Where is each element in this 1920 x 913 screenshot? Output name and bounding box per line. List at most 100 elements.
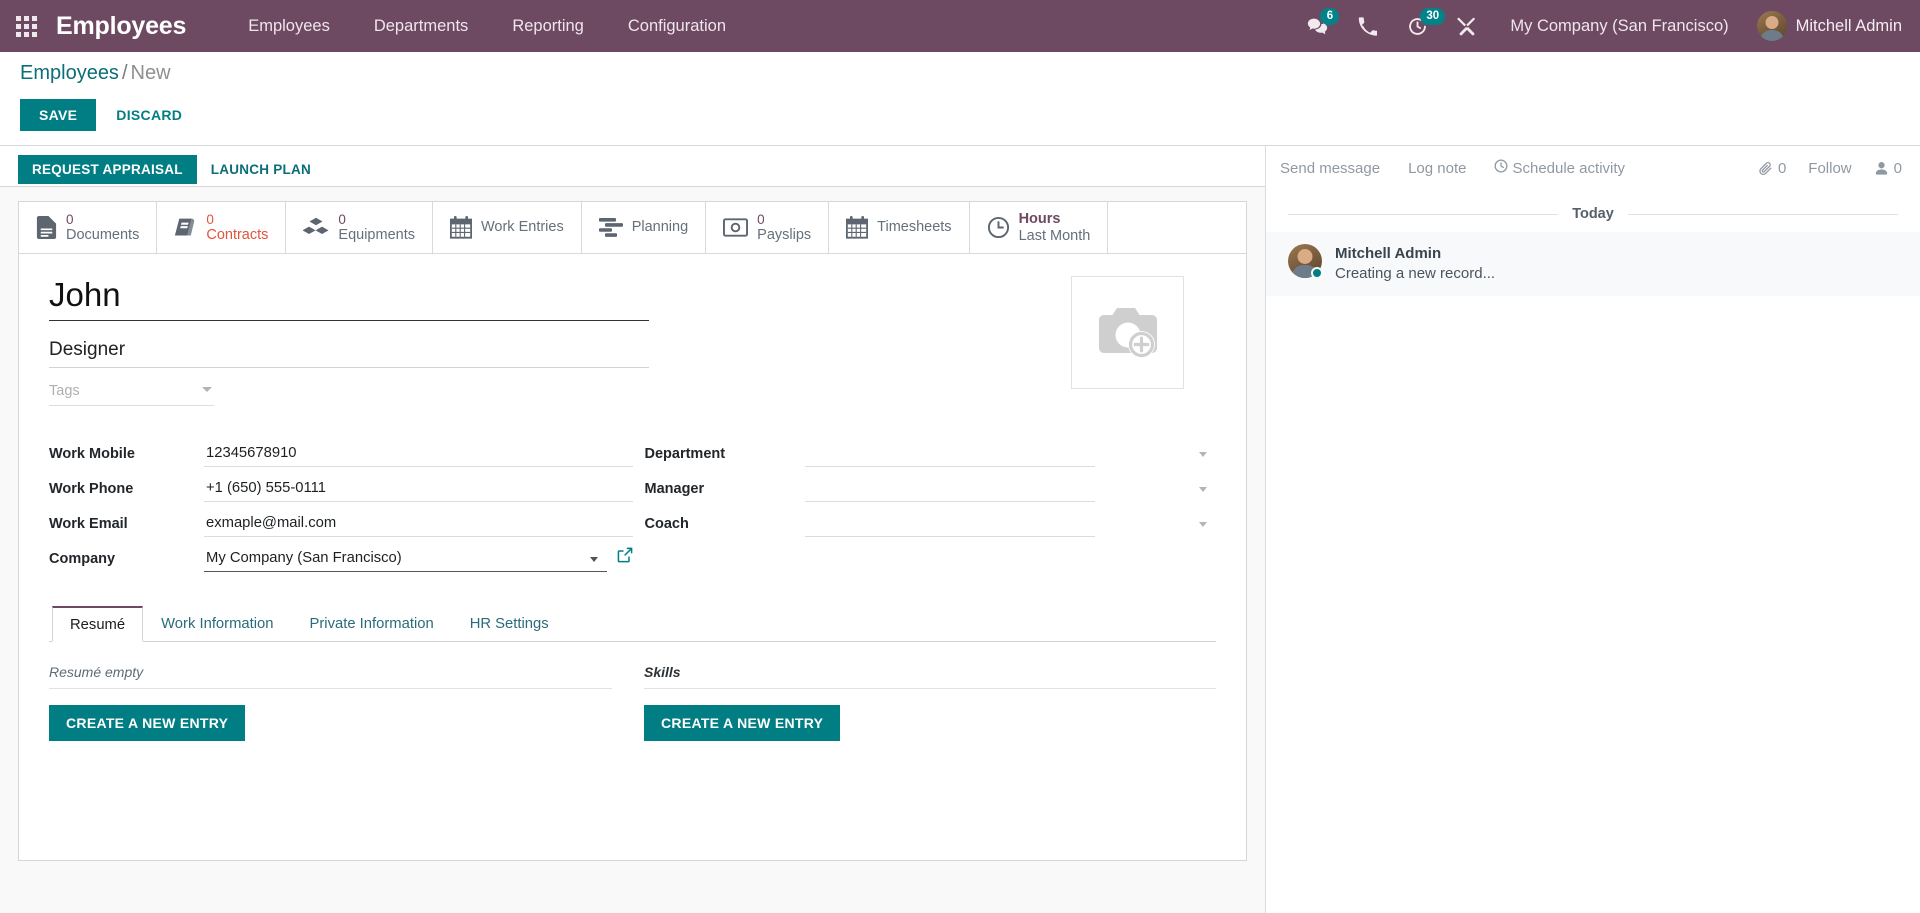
calendar-icon: [449, 216, 472, 239]
smart-button-contracts[interactable]: 0 Contracts: [157, 202, 287, 253]
smart-button-contracts-value: 0: [206, 211, 214, 227]
field-label-manager: Manager: [644, 481, 705, 497]
control-panel: Employees / New SAVE DISCARD: [0, 52, 1920, 145]
manager-input[interactable]: [804, 480, 1095, 502]
work-phone-input[interactable]: [204, 480, 633, 502]
user-menu[interactable]: Mitchell Admin: [1749, 11, 1902, 41]
tab-resume[interactable]: Resumé: [52, 606, 144, 642]
smart-button-work-entries-label: Work Entries: [480, 219, 564, 236]
record-title-block: [49, 276, 659, 406]
field-label-work-phone: Work Phone: [49, 481, 134, 497]
messages-button[interactable]: 6: [1294, 0, 1340, 52]
chatter-message-author: Mitchell Admin: [1335, 245, 1442, 262]
user-icon: [1875, 161, 1887, 175]
schedule-activity-label: Schedule activity: [1512, 160, 1626, 177]
user-avatar: [1756, 11, 1787, 41]
send-message-button[interactable]: Send message: [1280, 160, 1394, 177]
nav-menu-employees[interactable]: Employees: [226, 0, 352, 52]
chatter-message-text: Creating a new record...: [1335, 265, 1496, 282]
follow-button[interactable]: Follow: [1808, 160, 1851, 177]
divider-line-right: [1627, 213, 1898, 215]
nav-menu-departments[interactable]: Departments: [352, 0, 490, 52]
nav-menu-reporting[interactable]: Reporting: [490, 0, 606, 52]
nav-menu-configuration[interactable]: Configuration: [606, 0, 748, 52]
fields-column-right: Department Manager Coach: [633, 432, 1217, 572]
department-select-wrap[interactable]: [804, 445, 1217, 467]
smart-button-documents[interactable]: 0 Documents: [19, 202, 158, 253]
tab-work-information[interactable]: Work Information: [143, 606, 291, 642]
form-notebook: Resumé Work Information Private Informat…: [49, 606, 1216, 741]
company-external-link-button[interactable]: [617, 547, 633, 572]
smart-button-payslips-label: Payslips: [757, 226, 812, 243]
smart-button-timesheets[interactable]: Timesheets: [829, 202, 970, 253]
breadcrumb-current: New: [130, 62, 171, 84]
work-email-input[interactable]: [204, 515, 633, 537]
save-button[interactable]: SAVE: [20, 99, 97, 131]
app-brand-title[interactable]: Employees: [56, 12, 186, 41]
smart-button-equipments-value: 0: [338, 211, 346, 227]
employee-name-input[interactable]: [49, 276, 649, 321]
smart-button-timesheets-label: Timesheets: [877, 219, 952, 236]
employee-avatar-upload[interactable]: [1071, 276, 1184, 389]
breadcrumb-root-link[interactable]: Employees: [20, 62, 119, 84]
breadcrumb-separator: /: [121, 62, 128, 84]
phone-button[interactable]: [1344, 0, 1390, 52]
tags-input[interactable]: [49, 383, 179, 399]
chatter-toolbar-right: 0 Follow 0: [1758, 160, 1902, 177]
chatter-pane: Send message Log note Schedule activity …: [1265, 145, 1920, 913]
clock-icon: [1494, 159, 1508, 173]
field-row-coach: Coach: [645, 502, 1217, 537]
department-input[interactable]: [804, 445, 1095, 467]
form-sheet: 0 Documents 0 Contracts 0 Equipments Wor…: [18, 201, 1247, 861]
manager-select-wrap[interactable]: [804, 480, 1217, 502]
chatter-toolbar: Send message Log note Schedule activity …: [1266, 146, 1920, 190]
company-input[interactable]: [204, 550, 607, 572]
tab-private-information[interactable]: Private Information: [292, 606, 452, 642]
divider-line-left: [1288, 213, 1559, 215]
resume-section: Resumé empty CREATE A NEW ENTRY: [49, 664, 634, 741]
active-company-label[interactable]: My Company (San Francisco): [1494, 17, 1744, 36]
schedule-activity-button[interactable]: Schedule activity: [1480, 159, 1639, 177]
smart-button-payslips[interactable]: 0 Payslips: [706, 202, 830, 253]
apps-grid-icon: [15, 15, 37, 37]
coach-select-wrap[interactable]: [804, 515, 1217, 537]
activities-button[interactable]: 30: [1394, 0, 1446, 52]
smart-button-hours-value: Hours: [1018, 211, 1061, 228]
coach-input[interactable]: [804, 515, 1095, 537]
debug-tools-button[interactable]: [1444, 0, 1490, 52]
work-mobile-input[interactable]: [204, 445, 633, 467]
form-statusbar: REQUEST APPRAISAL LAUNCH PLAN: [0, 146, 1265, 187]
launch-plan-button[interactable]: LAUNCH PLAN: [197, 155, 325, 184]
field-label-work-mobile: Work Mobile: [49, 446, 135, 462]
apps-menu-button[interactable]: [0, 0, 52, 52]
notebook-panel-resume: Resumé empty CREATE A NEW ENTRY Skills C…: [49, 642, 1216, 741]
smart-button-hours-label: Last Month: [1018, 227, 1091, 244]
smart-button-payslips-value: 0: [757, 211, 765, 227]
followers-button[interactable]: 0: [1874, 160, 1902, 177]
chatter-date-label: Today: [1572, 206, 1614, 222]
money-icon: [723, 218, 749, 237]
company-select-wrap[interactable]: [204, 550, 607, 572]
skills-section: Skills CREATE A NEW ENTRY: [634, 664, 1216, 741]
attachments-button[interactable]: 0: [1758, 160, 1786, 177]
follower-count: 0: [1893, 159, 1902, 177]
planning-bars-icon: [598, 218, 623, 237]
log-note-button[interactable]: Log note: [1394, 160, 1480, 177]
job-position-input[interactable]: [49, 330, 649, 368]
smart-button-hours-last-month[interactable]: Hours Last Month: [969, 202, 1109, 253]
chatter-message: Mitchell Admin Creating a new record...: [1266, 232, 1920, 296]
smart-button-work-entries[interactable]: Work Entries: [432, 202, 582, 253]
discard-button[interactable]: DISCARD: [98, 99, 200, 131]
request-appraisal-button[interactable]: REQUEST APPRAISAL: [18, 155, 197, 184]
form-sheet-wrapper: 0 Documents 0 Contracts 0 Equipments Wor…: [0, 187, 1265, 861]
chevron-down-icon: [1199, 452, 1207, 457]
tags-field[interactable]: [49, 382, 214, 406]
smart-button-equipments[interactable]: 0 Equipments: [286, 202, 433, 253]
skills-create-entry-button[interactable]: CREATE A NEW ENTRY: [644, 705, 841, 741]
smart-button-planning[interactable]: Planning: [581, 202, 707, 253]
tab-hr-settings[interactable]: HR Settings: [452, 606, 567, 642]
phone-icon: [1358, 16, 1377, 36]
contract-book-icon: [174, 217, 197, 238]
resume-create-entry-button[interactable]: CREATE A NEW ENTRY: [49, 705, 246, 741]
navbar-right-tools: 6 30 My Company (San Francisco) Mitchell…: [1294, 0, 1920, 52]
